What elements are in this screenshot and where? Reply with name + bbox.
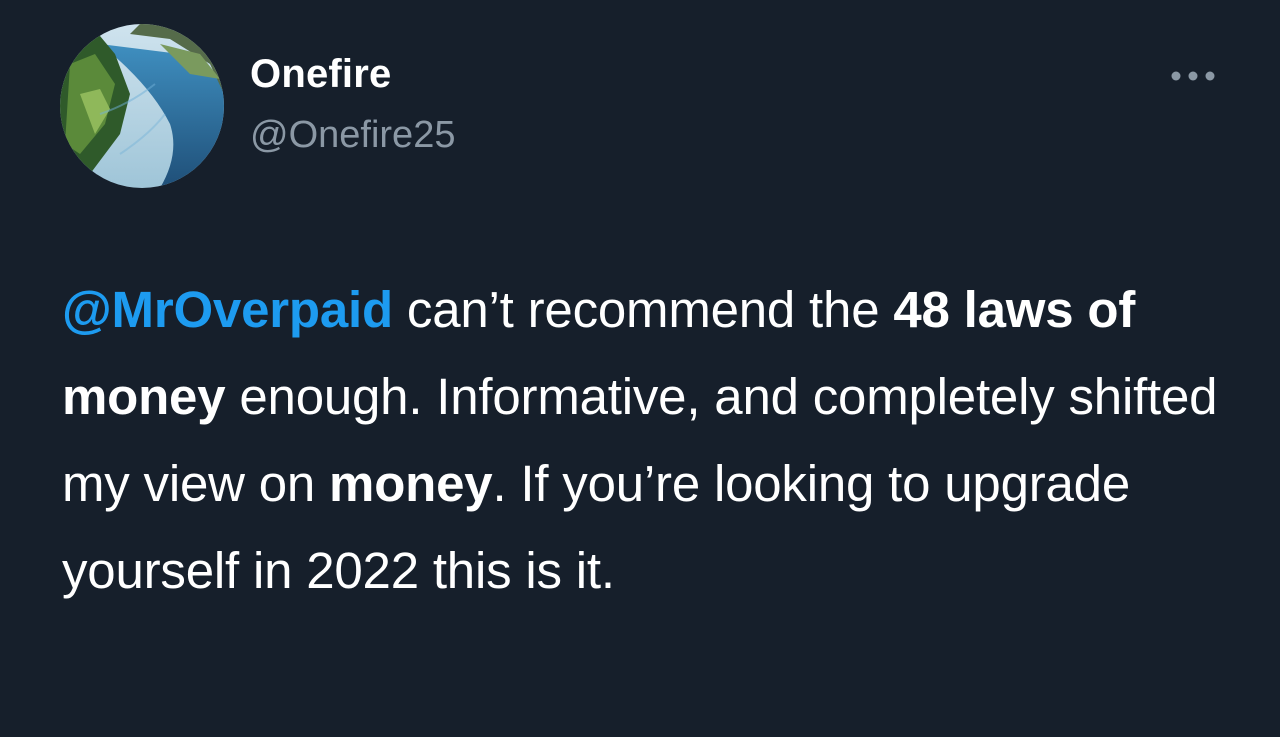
tweet-bold-text: money	[329, 455, 493, 512]
tweet-text-segment: can’t recommend the	[392, 281, 894, 338]
more-options-button[interactable]	[1168, 62, 1218, 90]
author-display-name[interactable]: Onefire	[250, 52, 391, 97]
avatar[interactable]	[60, 24, 224, 188]
tweet-card: Onefire @Onefire25 @MrOverpaid can’t rec…	[0, 0, 1280, 737]
mention-link[interactable]: @MrOverpaid	[62, 281, 393, 338]
fjord-landscape-icon	[60, 24, 224, 188]
more-horizontal-icon	[1171, 71, 1215, 81]
author-handle[interactable]: @Onefire25	[250, 114, 455, 157]
tweet-body: @MrOverpaid can’t recommend the 48 laws …	[62, 266, 1242, 614]
